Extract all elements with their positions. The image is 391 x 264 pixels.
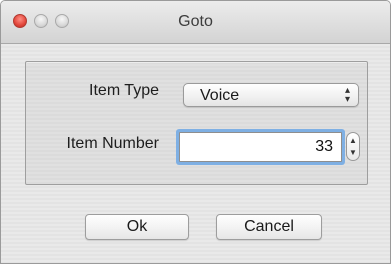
stepper-down-arrow-icon[interactable]: ▼ — [347, 146, 359, 159]
item-number-field[interactable]: 33 — [179, 132, 342, 162]
goto-options-group: Item Type Voice ▴ ▾ Item Number 33 ▲ ▼ — [25, 61, 368, 185]
item-number-label: Item Number — [66, 135, 159, 152]
window-title: Goto — [178, 13, 213, 30]
item-type-selected-value: Voice — [200, 87, 240, 104]
cancel-button[interactable]: Cancel — [216, 214, 322, 240]
dialog-content: Item Type Voice ▴ ▾ Item Number 33 ▲ ▼ Ok… — [1, 44, 390, 263]
item-number-value: 33 — [315, 138, 333, 155]
item-number-stepper[interactable]: ▲ ▼ — [346, 132, 360, 161]
goto-dialog-window: Goto Item Type Voice ▴ ▾ Item Number 33 ▲… — [0, 0, 391, 264]
item-type-popup[interactable]: Voice ▴ ▾ — [183, 83, 359, 107]
up-down-arrows-icon: ▴ ▾ — [344, 85, 350, 105]
ok-button[interactable]: Ok — [85, 214, 189, 240]
item-type-label: Item Type — [89, 82, 159, 99]
title-bar[interactable]: Goto — [1, 1, 390, 44]
